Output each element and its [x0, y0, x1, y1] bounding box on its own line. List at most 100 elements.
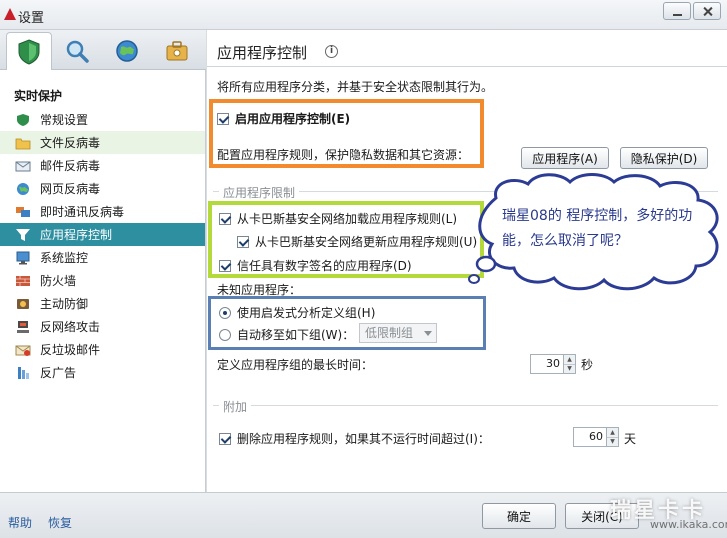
group-select[interactable]: 低限制组: [359, 323, 437, 343]
category-tabs: [0, 30, 206, 70]
annotation-bubble: 瑞星08的 程序控制，多好的功能，怎么取消了呢？: [462, 170, 727, 300]
sidebar-item-label: 主动防御: [40, 297, 89, 311]
sidebar-item-network-attack-blocker[interactable]: 反网络攻击: [0, 315, 205, 338]
sidebar-item-file-antivirus[interactable]: 文件反病毒: [0, 131, 205, 154]
delete-rules-checkbox[interactable]: 删除应用程序规则，如果其不运行时间超过(I)：: [219, 430, 490, 447]
stepper-arrows[interactable]: ▲ ▼: [563, 355, 575, 373]
firewall-icon: [14, 273, 32, 289]
monitor-icon: [14, 250, 32, 266]
page-title: 应用程序控制: [217, 44, 308, 62]
window-controls: [663, 2, 721, 20]
radio-label: 使用启发式分析定义组(H): [237, 306, 376, 320]
sidebar-item-label: 邮件反病毒: [40, 159, 101, 173]
sidebar-item-anti-banner[interactable]: 反广告: [0, 361, 205, 384]
defense-icon: [14, 296, 32, 312]
heuristic-radio[interactable]: 使用启发式分析定义组(H): [219, 304, 375, 321]
tab-update[interactable]: [104, 32, 150, 70]
toolbox-icon: [166, 41, 188, 61]
shield-icon: [18, 38, 40, 65]
restrictions-section-label: 应用程序限制: [219, 184, 300, 201]
sidebar-item-anti-spam[interactable]: 反垃圾邮件: [0, 338, 205, 361]
magnifier-icon: [66, 40, 89, 63]
page-description: 将所有应用程序分类，并基于安全状态限制其行为。: [217, 80, 494, 94]
max-time-stepper[interactable]: 30 ▲ ▼: [530, 354, 576, 374]
sidebar-item-label: 系统监控: [40, 251, 89, 265]
delete-days-stepper[interactable]: 60 ▲ ▼: [573, 427, 619, 447]
shield-icon: [14, 112, 32, 128]
sidebar-item-firewall[interactable]: 防火墙: [0, 269, 205, 292]
stepper-up-icon[interactable]: ▲: [607, 428, 618, 437]
globe-icon: [116, 40, 138, 62]
nav-header: 实时保护: [14, 89, 63, 103]
sidebar-item-label: 防火墙: [40, 274, 77, 288]
window-title: 设置: [18, 11, 45, 26]
sidebar-item-system-watcher[interactable]: 系统监控: [0, 246, 205, 269]
auto-move-radio[interactable]: 自动移至如下组(W)：: [219, 326, 354, 343]
kaspersky-logo-icon: [4, 8, 16, 20]
sidebar-item-label: 反垃圾邮件: [40, 343, 101, 357]
checkbox-label: 从卡巴斯基安全网络更新应用程序规则(U): [255, 235, 478, 249]
radio-dot[interactable]: [219, 306, 231, 319]
sidebar-item-web-antivirus[interactable]: 网页反病毒: [0, 177, 205, 200]
sidebar-item-mail-antivirus[interactable]: 邮件反病毒: [0, 154, 205, 177]
sidebar-item-label: 应用程序控制: [40, 228, 113, 242]
checkbox-box[interactable]: [219, 259, 231, 272]
stepper-arrows[interactable]: ▲ ▼: [606, 428, 618, 446]
close-icon[interactable]: [693, 2, 721, 20]
checkbox-label: 信任具有数字签名的应用程序(D): [237, 259, 412, 273]
checkbox-label: 删除应用程序规则，如果其不运行时间超过(I)：: [237, 432, 490, 446]
sidebar-item-application-control[interactable]: 应用程序控制: [0, 223, 205, 246]
stepper-down-icon[interactable]: ▼: [607, 436, 618, 446]
checkbox-box[interactable]: [237, 235, 249, 248]
tab-scan[interactable]: [54, 32, 100, 70]
sidebar-item-label: 网页反病毒: [40, 182, 101, 196]
mail-icon: [14, 158, 32, 174]
chevron-down-icon: [424, 331, 432, 336]
stepper-up-icon[interactable]: ▲: [564, 355, 575, 364]
globe-icon: [14, 181, 32, 197]
checkbox-box[interactable]: [219, 212, 231, 225]
select-value: 低限制组: [365, 326, 414, 340]
applications-button[interactable]: 应用程序(A): [521, 147, 609, 169]
folder-icon: [14, 135, 32, 151]
sidebar-item-label: 即时通讯反病毒: [40, 205, 125, 219]
enable-app-control-checkbox[interactable]: 启用应用程序控制(E): [217, 110, 350, 127]
title-bar: 设置: [0, 0, 727, 30]
sidebar-item-label: 反广告: [40, 366, 77, 380]
watermark-url: www.ikaka.com: [650, 518, 727, 531]
info-icon[interactable]: i: [325, 45, 338, 58]
sidebar-item-im-antivirus[interactable]: 即时通讯反病毒: [0, 200, 205, 223]
stepper-down-icon[interactable]: ▼: [564, 363, 575, 373]
checkbox-box[interactable]: [217, 112, 229, 125]
stepper-value[interactable]: 60: [574, 428, 606, 446]
spam-icon: [14, 342, 32, 358]
tab-protection[interactable]: [6, 32, 52, 70]
trust-signed-checkbox[interactable]: 信任具有数字签名的应用程序(D): [219, 257, 412, 274]
delete-days-unit: 天: [624, 432, 637, 446]
filter-icon: [14, 227, 32, 243]
ok-button[interactable]: 确定: [482, 503, 556, 529]
additional-section-label: 附加: [219, 398, 252, 415]
unknown-apps-label: 未知应用程序：: [217, 283, 302, 297]
sidebar-item-label: 常规设置: [40, 113, 89, 127]
checkbox-box[interactable]: [219, 432, 231, 445]
max-time-label: 定义应用程序组的最长时间：: [217, 358, 374, 372]
tab-settings[interactable]: [154, 32, 200, 70]
sidebar-item-proactive-defense[interactable]: 主动防御: [0, 292, 205, 315]
annotation-text: 瑞星08的 程序控制，多好的功能，怎么取消了呢？: [502, 208, 693, 249]
update-rules-checkbox[interactable]: 从卡巴斯基安全网络更新应用程序规则(U): [237, 233, 477, 250]
radio-label: 自动移至如下组(W)：: [237, 328, 355, 342]
load-rules-checkbox[interactable]: 从卡巴斯基安全网络加载应用程序规则(L): [219, 210, 457, 227]
stepper-value[interactable]: 30: [531, 355, 563, 373]
sidebar-item-general[interactable]: 常规设置: [0, 108, 205, 131]
checkbox-label: 启用应用程序控制(E): [235, 112, 351, 126]
privacy-protection-button[interactable]: 隐私保护(D): [620, 147, 708, 169]
help-link[interactable]: 帮助: [8, 514, 32, 531]
watermark: 瑞星卡卡 www.ikaka.com: [600, 490, 727, 538]
radio-dot[interactable]: [219, 328, 231, 341]
network-icon: [14, 319, 32, 335]
section-divider: [213, 405, 718, 406]
minimize-icon[interactable]: [663, 2, 691, 20]
sidebar-item-label: 反网络攻击: [40, 320, 101, 334]
restore-link[interactable]: 恢复: [48, 514, 72, 531]
